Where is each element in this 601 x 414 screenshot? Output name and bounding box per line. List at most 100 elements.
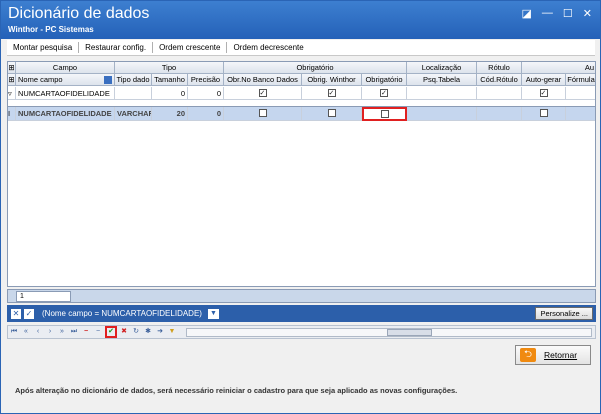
filter-bar: ✕ ✓ (Nome campo = NUMCARTAOFIDELIDADE) ▼…: [7, 305, 596, 322]
column-chooser-icon[interactable]: ⊞: [8, 74, 16, 86]
personalize-button[interactable]: Personalize ...: [535, 307, 593, 320]
col-nome-campo-label: Nome campo: [18, 75, 63, 84]
cell-obrigatorio[interactable]: [362, 107, 407, 121]
cell-auto-gerar[interactable]: [522, 107, 566, 121]
next-page-icon[interactable]: »: [57, 327, 67, 337]
scrollbar-thumb[interactable]: [387, 329, 432, 336]
col-cod-rotulo[interactable]: Cód.Rótulo: [477, 74, 522, 86]
footer-note: Após alteração no dicionário de dados, s…: [15, 386, 458, 395]
filter-text: (Nome campo = NUMCARTAOFIDELIDADE): [42, 309, 202, 318]
col-psq-tabela[interactable]: Psq.Tabela: [407, 74, 477, 86]
cell-cod-rotulo[interactable]: [477, 107, 522, 121]
col-tamanho[interactable]: Tamanho: [152, 74, 188, 86]
window-title: Dicionário de dados: [8, 5, 150, 22]
filter-row-icon: ▿: [8, 87, 16, 100]
maximize-icon[interactable]: ☐: [563, 7, 573, 20]
filter-row: ▿ NUMCARTAOFIDELIDADE 0 0: [8, 87, 595, 100]
col-auto-gerar[interactable]: Auto-gerar: [522, 74, 566, 86]
band-tipo[interactable]: Tipo: [115, 62, 224, 74]
next-record-icon[interactable]: ›: [45, 327, 55, 337]
filter-precisao[interactable]: 0: [188, 87, 224, 100]
checkbox[interactable]: [539, 109, 548, 117]
data-grid: ⊞ Campo Tipo Obrigatório Localização Rót…: [7, 61, 596, 287]
checkbox[interactable]: [258, 87, 267, 100]
navigator-bar: ⏮ « ‹ › » ⏭ − − ✔ ✖ ↻ ✱ ➜ ▼: [7, 325, 596, 339]
filter-dropdown-icon[interactable]: ▼: [207, 308, 219, 319]
pager-input[interactable]: 1: [16, 291, 71, 302]
col-formula[interactable]: Fórmula: [566, 74, 595, 86]
filter-obr-banco[interactable]: [224, 87, 302, 100]
filter-nome-campo[interactable]: NUMCARTAOFIDELIDADE: [16, 87, 115, 100]
filter-icon[interactable]: [104, 76, 112, 84]
goto-bookmark-icon[interactable]: ➜: [155, 327, 165, 337]
title-bar: Dicionário de dados Winthor - PC Sistema…: [1, 1, 600, 39]
filter-obrig-winthor[interactable]: [302, 87, 362, 100]
minimize-icon[interactable]: —: [542, 7, 553, 20]
cell-formula[interactable]: [566, 107, 595, 121]
cell-obrig-winthor[interactable]: [302, 107, 362, 121]
restaurar-config-button[interactable]: Restaurar config.: [79, 42, 154, 53]
checkbox[interactable]: [380, 110, 389, 118]
col-obrigatorio[interactable]: Obrigatório: [362, 74, 407, 86]
cell-obr-banco[interactable]: [224, 107, 302, 121]
prior-page-icon[interactable]: «: [21, 327, 31, 337]
band-rotulo[interactable]: Rótulo: [477, 62, 522, 74]
filter-enabled-checkbox[interactable]: ✓: [24, 308, 34, 319]
checkbox[interactable]: [539, 87, 548, 100]
cell-tipo-dado[interactable]: VARCHAR: [115, 107, 152, 121]
band-localizacao[interactable]: Localização: [407, 62, 477, 74]
delete-record-icon[interactable]: −: [81, 327, 91, 337]
filter-tamanho[interactable]: 0: [152, 87, 188, 100]
bookmark-icon[interactable]: ✱: [143, 327, 153, 337]
row-indicator-icon: I: [8, 107, 16, 121]
refresh-icon[interactable]: ↻: [131, 327, 141, 337]
checkbox[interactable]: [327, 109, 336, 117]
toolbar: Montar pesquisa Restaurar config. Ordem …: [7, 40, 595, 56]
horizontal-scrollbar[interactable]: [186, 328, 592, 337]
ordem-crescente-button[interactable]: Ordem crescente: [153, 42, 228, 53]
grid-menu-icon[interactable]: ⊞: [8, 62, 16, 74]
col-tipo-dado[interactable]: Tipo dado: [115, 74, 152, 86]
window-subtitle: Winthor - PC Sistemas: [8, 25, 94, 34]
col-precisao[interactable]: Precisão: [188, 74, 224, 86]
col-obr-banco[interactable]: Obr.No Banco Dados: [224, 74, 302, 86]
filter-tipo-dado[interactable]: [115, 87, 152, 100]
filter-cod-rotulo[interactable]: [477, 87, 522, 100]
band-obrigatorio[interactable]: Obrigatório: [224, 62, 407, 74]
first-record-icon[interactable]: ⏮: [9, 327, 19, 337]
close-icon[interactable]: ✕: [583, 7, 592, 20]
window-controls: ◪ — ☐ ✕: [522, 7, 593, 20]
band-campo[interactable]: Campo: [16, 62, 115, 74]
montar-pesquisa-button[interactable]: Montar pesquisa: [7, 42, 80, 53]
band-header-row: ⊞ Campo Tipo Obrigatório Localização Rót…: [8, 62, 595, 74]
cancel-edit-icon[interactable]: ✖: [119, 327, 129, 337]
cell-psq-tabela[interactable]: [407, 107, 477, 121]
filter-psq-tabela[interactable]: [407, 87, 477, 100]
clear-filter-icon[interactable]: ✕: [11, 308, 21, 319]
edit-icon[interactable]: ◪: [522, 7, 532, 20]
checkbox[interactable]: [258, 109, 267, 117]
return-arrow-icon: ⮌: [520, 348, 536, 362]
main-window: Dicionário de dados Winthor - PC Sistema…: [0, 0, 601, 414]
column-header-row: ⊞ Nome campo Tipo dado Tamanho Precisão …: [8, 74, 595, 86]
ordem-decrescente-button[interactable]: Ordem decrescente: [227, 42, 309, 53]
filter-records-icon[interactable]: ▼: [167, 327, 177, 337]
post-edit-icon[interactable]: ✔: [105, 326, 117, 338]
col-nome-campo[interactable]: Nome campo: [16, 74, 115, 86]
filter-obrigatorio[interactable]: [362, 87, 407, 100]
prior-record-icon[interactable]: ‹: [33, 327, 43, 337]
table-row[interactable]: I NUMCARTAOFIDELIDADE VARCHAR 20 0: [8, 106, 595, 121]
cell-nome-campo[interactable]: NUMCARTAOFIDELIDADE: [16, 107, 115, 121]
cell-precisao[interactable]: 0: [188, 107, 224, 121]
col-obrig-winthor[interactable]: Obrig. Winthor: [302, 74, 362, 86]
band-auto[interactable]: Au: [522, 62, 595, 74]
retornar-label: Retornar: [544, 350, 578, 360]
checkbox[interactable]: [327, 87, 336, 100]
insert-record-icon[interactable]: −: [93, 327, 103, 337]
last-record-icon[interactable]: ⏭: [69, 327, 79, 337]
filter-auto-gerar[interactable]: [522, 87, 566, 100]
cell-tamanho[interactable]: 20: [152, 107, 188, 121]
checkbox[interactable]: [380, 87, 388, 100]
retornar-button[interactable]: ⮌ Retornar: [515, 345, 591, 365]
filter-formula[interactable]: [566, 87, 595, 100]
